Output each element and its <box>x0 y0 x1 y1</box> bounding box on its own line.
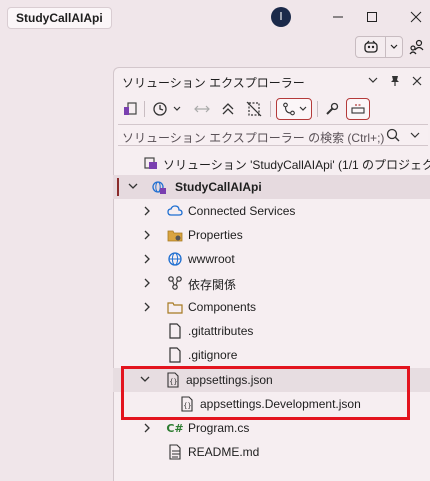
chevron-down-icon <box>299 106 306 111</box>
preview-selected-items-button[interactable] <box>346 98 370 120</box>
pending-changes-filter-button[interactable] <box>150 98 170 120</box>
close-button[interactable] <box>405 6 427 28</box>
search-options-dropdown[interactable] <box>410 129 420 143</box>
tree-item-components[interactable]: Components <box>113 295 430 319</box>
show-all-files-button[interactable] <box>244 98 264 120</box>
show-all-files-icon <box>246 101 262 117</box>
chevron-right-icon[interactable] <box>141 422 153 434</box>
tree-item-label: README.md <box>188 445 260 459</box>
globe-icon <box>167 251 183 267</box>
chevron-down-icon[interactable] <box>127 181 139 193</box>
account-avatar[interactable]: I <box>271 7 291 27</box>
history-dropdown[interactable] <box>171 98 183 120</box>
tree-item-label: wwwroot <box>188 252 235 266</box>
tree-item-properties[interactable]: Properties <box>113 223 430 247</box>
search-icon <box>386 128 400 142</box>
folder-icon <box>167 299 183 315</box>
pin-button[interactable] <box>387 73 403 89</box>
panel-close-button[interactable] <box>409 73 425 89</box>
collapse-all-button[interactable] <box>218 98 238 120</box>
chevron-right-icon[interactable] <box>141 205 153 217</box>
tree-item-label: .gitignore <box>188 348 238 362</box>
tree-item-label: Connected Services <box>188 204 296 218</box>
chevron-down-icon <box>368 77 378 83</box>
tree-item-wwwroot[interactable]: wwwroot <box>113 247 430 271</box>
tree-item-label: .gitattributes <box>188 324 254 338</box>
switch-views-button[interactable] <box>120 98 140 120</box>
file-icon <box>167 323 183 339</box>
panel-toolbar <box>114 96 430 122</box>
properties-button[interactable] <box>322 98 342 120</box>
search-button[interactable] <box>386 128 400 145</box>
chevron-down-icon <box>390 44 398 49</box>
chevron-right-icon[interactable] <box>141 229 153 241</box>
git-changes-button[interactable] <box>276 98 312 120</box>
file-icon <box>167 347 183 363</box>
minimize-icon <box>333 16 343 18</box>
tree-project-node[interactable]: StudyCallAIApi <box>113 175 430 199</box>
panel-header: ソリューション エクスプローラー <box>114 68 430 94</box>
wrench-icon <box>326 102 339 115</box>
preview-icon <box>351 104 365 114</box>
tree-item-connected-services[interactable]: Connected Services <box>113 199 430 223</box>
copilot-button-group[interactable] <box>355 36 403 58</box>
properties-folder-icon <box>167 227 183 243</box>
chevron-right-icon[interactable] <box>141 301 153 313</box>
tree-item-label: Components <box>188 300 257 314</box>
chevron-down-icon <box>173 106 181 111</box>
sync-arrows-icon <box>194 105 210 113</box>
copilot-button[interactable] <box>356 37 386 57</box>
tree-item-gitattributes[interactable]: .gitattributes <box>113 319 430 343</box>
minimize-button[interactable] <box>327 6 349 28</box>
copilot-dropdown[interactable] <box>386 44 402 50</box>
chevron-down-icon <box>410 132 420 138</box>
panel-title: ソリューション エクスプローラー <box>122 76 305 90</box>
solution-label: ソリューション 'StudyCallAIApi' (1/1 のプロジェクト) <box>163 158 430 172</box>
search-box[interactable]: ソリューション エクスプローラー の検索 (Ctrl+;) <box>118 124 428 146</box>
sync-with-document-button[interactable] <box>192 98 212 120</box>
dependencies-icon <box>167 275 183 291</box>
tree-item-label: 依存関係 <box>188 278 237 292</box>
tree-item-readme[interactable]: README.md <box>113 440 430 464</box>
history-icon <box>153 102 167 116</box>
csharp-file-icon: C# <box>166 421 184 435</box>
web-project-icon <box>151 179 167 195</box>
git-branch-icon <box>282 102 295 116</box>
panel-options-button[interactable] <box>365 73 381 89</box>
highlight-annotation-box <box>121 366 410 420</box>
chevron-right-icon[interactable] <box>141 253 153 265</box>
maximize-button[interactable] <box>361 6 383 28</box>
pin-icon <box>391 76 399 86</box>
tree-solution-node[interactable]: ソリューション 'StudyCallAIApi' (1/1 のプロジェクト) <box>113 151 430 175</box>
maximize-icon <box>367 12 377 22</box>
close-icon <box>410 11 422 23</box>
people-icon <box>409 39 424 55</box>
markdown-file-icon <box>167 444 183 460</box>
solution-icon <box>143 155 159 171</box>
app-title[interactable]: StudyCallAIApi <box>7 7 112 29</box>
tree-item-dependencies[interactable]: 依存関係 <box>113 271 430 295</box>
tree-item-label: Program.cs <box>188 421 250 435</box>
connected-services-icon <box>167 203 183 219</box>
project-label: StudyCallAIApi <box>175 180 262 194</box>
tree-item-label: Properties <box>188 228 243 242</box>
switch-views-icon <box>124 102 137 115</box>
live-share-button[interactable] <box>406 36 428 58</box>
search-input[interactable]: ソリューション エクスプローラー の検索 (Ctrl+;) <box>122 129 384 146</box>
copilot-icon <box>363 40 378 53</box>
collapse-all-icon <box>222 103 234 115</box>
tree-item-gitignore[interactable]: .gitignore <box>113 343 430 367</box>
chevron-right-icon[interactable] <box>141 277 153 289</box>
close-icon <box>412 76 422 86</box>
